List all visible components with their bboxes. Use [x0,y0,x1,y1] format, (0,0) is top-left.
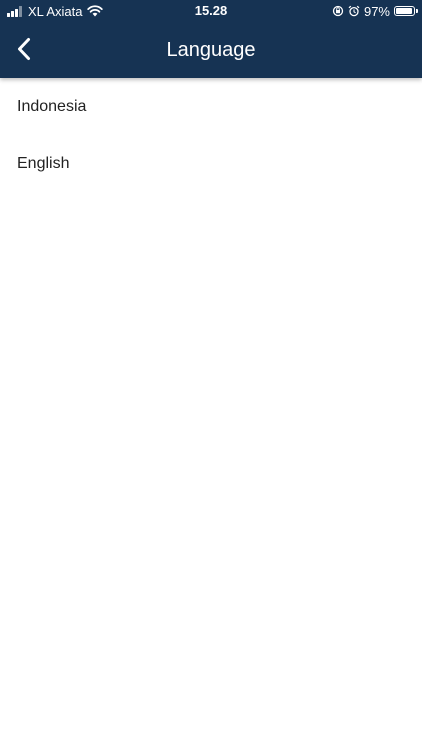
chevron-left-icon [18,38,30,60]
signal-strength-icon [7,5,23,17]
battery-icon [394,6,418,16]
rotation-lock-icon [332,5,344,17]
app-header: XL Axiata 15.28 97% Language [0,0,422,78]
wifi-icon [87,5,104,17]
carrier-name: XL Axiata [28,3,83,19]
language-list: Indonesia English [0,78,422,192]
status-bar: XL Axiata 15.28 97% [0,0,422,22]
nav-bar: Language [0,22,422,78]
status-right: 97% [332,3,418,19]
battery-percent: 97% [363,3,390,19]
language-option-english[interactable]: English [0,135,422,192]
alarm-icon [348,5,360,17]
language-screen: XL Axiata 15.28 97% Language Indonesia E… [0,0,422,750]
status-left: XL Axiata [7,3,104,19]
page-title: Language [166,39,256,61]
back-button[interactable] [8,32,40,66]
battery-level-fill [396,8,413,14]
language-option-indonesia[interactable]: Indonesia [0,78,422,135]
